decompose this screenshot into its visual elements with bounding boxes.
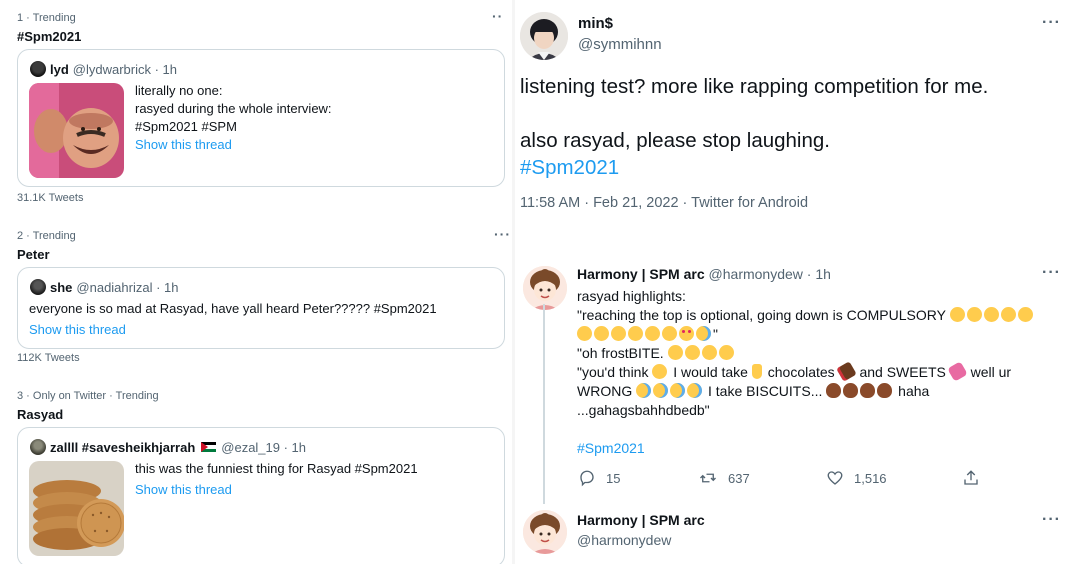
head-emoji-icon xyxy=(826,383,842,398)
heart-eyes-emoji-icon xyxy=(679,326,694,341)
tongue-emoji-icon xyxy=(652,364,668,379)
hashtag-link[interactable]: #Spm2021 xyxy=(577,439,1035,458)
retweet-icon xyxy=(700,473,716,483)
retweet-count: 637 xyxy=(728,470,750,486)
head-emoji-icon xyxy=(860,383,876,398)
joy-emoji-icon xyxy=(687,383,703,398)
trend-meta: 3 · Only on Twitter · Trending xyxy=(17,390,159,402)
card-author: she @nadiahrizal · 1h xyxy=(30,279,179,295)
candy-emoji-icon xyxy=(946,361,968,382)
more-icon[interactable]: ··· xyxy=(1042,264,1061,282)
like-count: 1,516 xyxy=(854,470,887,486)
weary-emoji-icon xyxy=(701,345,717,360)
trend-tweet-card[interactable]: lyd @lydwarbrick · 1h literally no one: … xyxy=(17,49,505,187)
trend-name[interactable]: Peter xyxy=(17,247,50,262)
rofl-emoji-icon xyxy=(696,326,711,341)
rofl-emoji-icon xyxy=(653,383,669,398)
more-icon[interactable]: ··· xyxy=(1042,14,1061,32)
kissing-emoji-icon xyxy=(645,326,660,341)
reply-text: rasyad highlights: "reaching the top is … xyxy=(577,287,1035,458)
author-name[interactable]: min$ xyxy=(578,15,613,32)
retweet-button[interactable]: 637 xyxy=(698,469,750,487)
card-author: zallll #savesheikhjarrah @ezal_19 · 1h xyxy=(30,439,306,455)
laughing-cat-emoji-icon xyxy=(966,307,982,322)
avatar[interactable] xyxy=(523,266,567,310)
author-line[interactable]: Harmony | SPM arc @harmonydew · 1h xyxy=(577,266,831,282)
relieved-emoji-icon xyxy=(577,326,592,341)
tweet-text: literally no one: rasyed during the whol… xyxy=(135,83,332,154)
laughing-cat-emoji-icon xyxy=(983,307,999,322)
share-icon xyxy=(964,470,978,485)
avatar[interactable] xyxy=(520,12,568,60)
author-handle: @nadiahrizal · 1h xyxy=(76,279,179,295)
trend-tweet-card[interactable]: she @nadiahrizal · 1h everyone is so mad… xyxy=(17,267,505,349)
author-handle: @ezal_19 · 1h xyxy=(221,439,307,455)
tweet-count: 112K Tweets xyxy=(17,352,80,364)
thread-connector xyxy=(543,304,545,504)
pointing-hand-emoji-icon xyxy=(751,364,762,379)
avatar xyxy=(30,439,46,455)
reply-count: 15 xyxy=(606,470,621,486)
trend-meta: 2 · Trending xyxy=(17,230,76,242)
relieved-emoji-icon xyxy=(1017,307,1033,322)
more-icon[interactable]: ··· xyxy=(1042,511,1061,529)
tweet-image xyxy=(29,83,124,178)
card-author: lyd @lydwarbrick · 1h xyxy=(30,61,177,77)
joy-emoji-icon xyxy=(670,383,686,398)
like-button[interactable]: 1,516 xyxy=(826,469,887,487)
avatar xyxy=(30,61,46,77)
tweet-text: this was the funniest thing for Rasyad #… xyxy=(135,461,418,499)
laughing-cat-emoji-icon xyxy=(949,307,965,322)
show-thread-link[interactable]: Show this thread xyxy=(135,481,418,499)
rofl-emoji-icon xyxy=(636,383,652,398)
more-icon[interactable]: ··· xyxy=(494,226,511,242)
trend-tweet-card[interactable]: zallll #savesheikhjarrah @ezal_19 · 1h t… xyxy=(17,427,505,564)
relieved-emoji-icon xyxy=(662,326,677,341)
trending-panel: 1 · Trending ·· #Spm2021 lyd @lydwarbric… xyxy=(0,0,512,564)
author-line[interactable]: @harmonydew xyxy=(577,532,671,548)
main-tweet: min$ @symmihnn ··· listening test? more … xyxy=(515,0,1080,240)
author-handle[interactable]: @harmonydew xyxy=(577,532,671,548)
heart-icon xyxy=(827,471,843,485)
tweet-count: 31.1K Tweets xyxy=(17,192,84,204)
more-icon[interactable]: ·· xyxy=(492,8,503,24)
palestine-flag-icon xyxy=(201,442,217,452)
weary-emoji-icon xyxy=(718,345,734,360)
section-divider xyxy=(515,240,1080,254)
trend-name[interactable]: #Spm2021 xyxy=(17,29,81,44)
tweet-text: everyone is so mad at Rasyad, have yall … xyxy=(29,301,437,339)
author-name: lyd xyxy=(50,61,69,77)
head-emoji-icon xyxy=(843,383,859,398)
author-name[interactable]: Harmony | SPM arc xyxy=(577,266,705,282)
hugging-emoji-icon xyxy=(594,326,609,341)
hashtag-link[interactable]: #Spm2021 xyxy=(520,154,988,181)
author-name: she xyxy=(50,279,73,295)
share-button[interactable] xyxy=(962,469,990,487)
tweet-text: listening test? more like rapping compet… xyxy=(520,75,989,181)
author-handle[interactable]: @symmihnn xyxy=(578,36,662,53)
hugging-emoji-icon xyxy=(611,326,626,341)
tweet-timestamp[interactable]: 11:58 AM · Feb 21, 2022 · Twitter for An… xyxy=(520,195,808,211)
trend-meta: 1 · Trending xyxy=(17,12,76,24)
avatar xyxy=(30,279,46,295)
author-name[interactable]: Harmony | SPM arc xyxy=(577,512,705,528)
reply-button[interactable]: 15 xyxy=(578,469,620,487)
show-thread-link[interactable]: Show this thread xyxy=(29,321,437,339)
trend-name[interactable]: Rasyad xyxy=(17,407,63,422)
show-thread-link[interactable]: Show this thread xyxy=(135,136,332,154)
head-emoji-icon xyxy=(877,383,893,398)
weary-emoji-icon xyxy=(684,345,700,360)
tweet-image xyxy=(29,461,124,556)
reply-icon xyxy=(580,470,594,487)
relieved-emoji-icon xyxy=(1000,307,1016,322)
avatar[interactable] xyxy=(523,510,567,554)
author-line[interactable]: Harmony | SPM arc xyxy=(577,512,705,528)
author-handle[interactable]: @harmonydew · 1h xyxy=(709,266,831,282)
author-name: zallll #savesheikhjarrah xyxy=(50,439,196,455)
hugging-emoji-icon xyxy=(628,326,643,341)
weary-emoji-icon xyxy=(667,345,683,360)
author-handle: @lydwarbrick · 1h xyxy=(72,61,178,77)
chocolate-emoji-icon xyxy=(835,361,857,382)
